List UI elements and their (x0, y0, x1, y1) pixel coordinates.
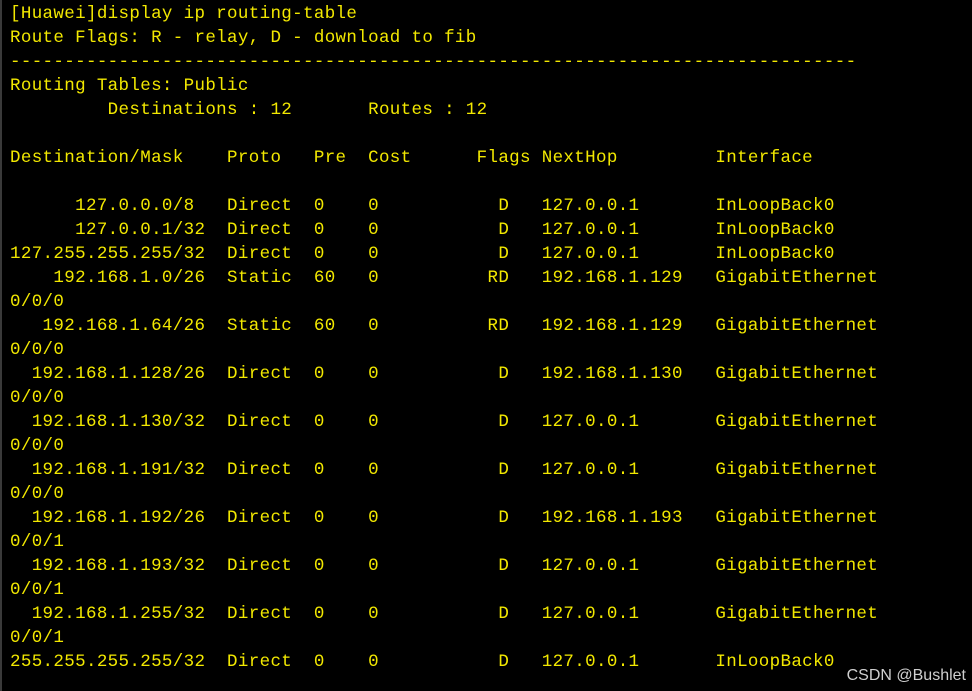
table-header: Destination/Mask Proto Pre Cost Flags Ne… (10, 148, 814, 168)
route-row: 127.255.255.255/32 Direct 0 0 D 127.0.0.… (10, 244, 835, 264)
route-row: 192.168.1.255/32 Direct 0 0 D 127.0.0.1 … (10, 604, 879, 624)
route-row-continuation: 0/0/1 (10, 628, 65, 648)
route-row: 192.168.1.64/26 Static 60 0 RD 192.168.1… (10, 316, 879, 336)
route-row-continuation: 0/0/1 (10, 580, 65, 600)
route-flags-legend: Route Flags: R - relay, D - download to … (10, 28, 477, 48)
destinations-summary: Destinations : 12 Routes : 12 (10, 100, 488, 120)
route-row: 192.168.1.192/26 Direct 0 0 D 192.168.1.… (10, 508, 879, 528)
route-row-continuation: 0/0/0 (10, 340, 65, 360)
route-row-continuation: 0/0/1 (10, 532, 65, 552)
route-row-continuation: 0/0/0 (10, 436, 65, 456)
route-row: 127.0.0.1/32 Direct 0 0 D 127.0.0.1 InLo… (10, 220, 835, 240)
route-row: 127.0.0.0/8 Direct 0 0 D 127.0.0.1 InLoo… (10, 196, 835, 216)
route-row-continuation: 0/0/0 (10, 388, 65, 408)
terminal-window[interactable]: [Huawei]display ip routing-table Route F… (0, 0, 972, 691)
route-row: 192.168.1.193/32 Direct 0 0 D 127.0.0.1 … (10, 556, 879, 576)
command-line: [Huawei]display ip routing-table (10, 4, 358, 24)
routing-tables-title: Routing Tables: Public (10, 76, 249, 96)
watermark: CSDN @Bushlet (846, 667, 966, 684)
separator-line: ----------------------------------------… (10, 52, 857, 72)
route-row: 192.168.1.130/32 Direct 0 0 D 127.0.0.1 … (10, 412, 879, 432)
route-row: 192.168.1.0/26 Static 60 0 RD 192.168.1.… (10, 268, 879, 288)
route-row-continuation: 0/0/0 (10, 292, 65, 312)
route-row: 255.255.255.255/32 Direct 0 0 D 127.0.0.… (10, 652, 835, 672)
route-row: 192.168.1.191/32 Direct 0 0 D 127.0.0.1 … (10, 460, 879, 480)
route-row: 192.168.1.128/26 Direct 0 0 D 192.168.1.… (10, 364, 879, 384)
route-row-continuation: 0/0/0 (10, 484, 65, 504)
